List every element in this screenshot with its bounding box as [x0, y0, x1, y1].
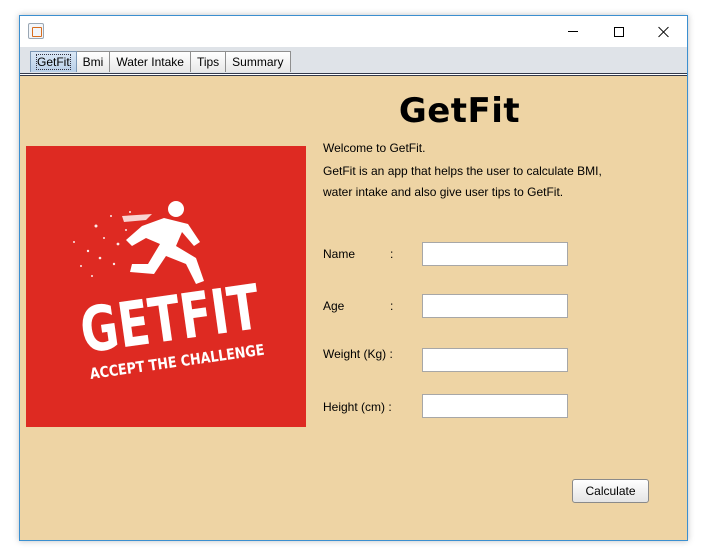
close-icon	[658, 26, 670, 38]
calculate-button[interactable]: Calculate	[572, 479, 649, 503]
getfit-logo: GETFIT ACCEPT THE CHALLENGE	[26, 146, 306, 427]
tab-strip: GetFit Bmi Water Intake Tips Summary	[20, 47, 687, 73]
tab-bmi[interactable]: Bmi	[75, 51, 111, 72]
age-colon: :	[390, 299, 394, 313]
tab-label: Summary	[232, 55, 284, 69]
welcome-text: Welcome to GetFit.	[323, 141, 426, 155]
tab-getfit[interactable]: GetFit	[30, 51, 77, 72]
height-field[interactable]	[422, 394, 568, 418]
description-line-2: water intake and also give user tips to …	[323, 185, 564, 199]
description-line-1: GetFit is an app that helps the user to …	[323, 164, 602, 178]
app-window: GetFit Bmi Water Intake Tips Summary Get…	[19, 15, 688, 541]
page-title: GetFit	[398, 91, 521, 131]
tab-label: Tips	[196, 55, 220, 69]
weight-field[interactable]	[422, 348, 568, 372]
minimize-button[interactable]	[550, 16, 596, 47]
tab-tips[interactable]: Tips	[189, 51, 227, 72]
minimize-icon	[568, 31, 578, 32]
tab-label: GetFit	[36, 54, 71, 70]
title-bar[interactable]	[20, 16, 687, 47]
tab-summary[interactable]: Summary	[225, 51, 291, 72]
close-button[interactable]	[641, 16, 687, 47]
tab-water-intake[interactable]: Water Intake	[109, 51, 191, 72]
name-field[interactable]	[422, 242, 568, 266]
height-label: Height (cm) :	[323, 400, 392, 414]
age-field[interactable]	[422, 294, 568, 318]
logo-wordmark: GETFIT ACCEPT THE CHALLENGE	[76, 270, 266, 383]
tab-label: Water Intake	[116, 55, 184, 69]
maximize-icon	[614, 26, 624, 37]
tab-label: Bmi	[82, 55, 104, 69]
maximize-button[interactable]	[596, 16, 642, 47]
weight-label: Weight (Kg) :	[323, 347, 393, 361]
getfit-panel: GetFit Welcome to GetFit. GetFit is an a…	[20, 76, 687, 540]
name-label: Name	[323, 247, 356, 261]
runner-icon	[122, 201, 204, 284]
name-colon: :	[390, 247, 394, 261]
age-label: Age	[323, 299, 345, 313]
java-app-icon[interactable]	[28, 23, 44, 39]
